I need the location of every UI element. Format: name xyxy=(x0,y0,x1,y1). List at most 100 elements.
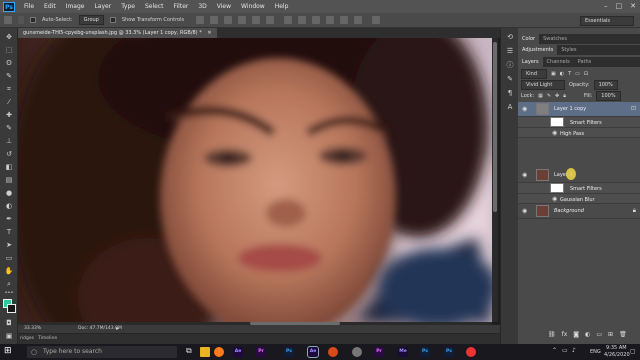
add-mask-icon[interactable]: ◙ xyxy=(573,331,579,338)
filter-visibility-eye-icon[interactable]: ◉ xyxy=(552,129,557,136)
tab-swatches[interactable]: Swatches xyxy=(539,34,571,44)
image-canvas[interactable] xyxy=(18,38,492,322)
menu-3d[interactable]: 3D xyxy=(193,3,211,10)
lock-position-icon[interactable]: ✥ xyxy=(555,93,559,99)
taskbar-search-box[interactable]: ○ Type here to search xyxy=(27,346,177,358)
lock-pixels-icon[interactable]: ▦ xyxy=(538,93,543,99)
canvas-vertical-scroll-thumb[interactable] xyxy=(493,42,497,212)
taskbar-app-icon[interactable]: Ps xyxy=(444,347,454,357)
link-layers-icon[interactable]: ⛓ xyxy=(548,331,556,338)
filter-adjustment-icon[interactable]: ◐ xyxy=(560,71,564,77)
move-tool-icon[interactable]: ✥ xyxy=(4,32,14,42)
lasso-tool-icon[interactable]: ʘ xyxy=(4,58,14,68)
smart-filter-mask-thumbnail[interactable] xyxy=(550,183,564,193)
layer-style-icon[interactable]: fx xyxy=(562,331,568,338)
filter-row-high-pass[interactable]: ◉ High Pass xyxy=(518,128,640,138)
auto-select-checkbox[interactable] xyxy=(30,17,36,23)
app-icon[interactable] xyxy=(352,347,362,357)
auto-align-icon[interactable] xyxy=(372,16,381,24)
filter-pixel-icon[interactable]: ▣ xyxy=(551,71,556,77)
tab-close-icon[interactable]: ✕ xyxy=(207,30,211,36)
align-middle-icon[interactable] xyxy=(210,16,219,24)
blend-mode-dropdown[interactable]: Vivid Light xyxy=(521,80,565,90)
screen-mode-icon[interactable]: ▣ xyxy=(4,331,14,341)
background-color-swatch[interactable] xyxy=(7,304,16,313)
move-tool-icon[interactable] xyxy=(4,16,12,24)
new-layer-icon[interactable]: ⊞ xyxy=(608,331,613,338)
tab-channels[interactable]: Channels xyxy=(543,57,574,67)
network-icon[interactable]: ▭ xyxy=(562,347,568,354)
lock-paint-icon[interactable]: ✎ xyxy=(547,93,551,99)
menu-image[interactable]: Image xyxy=(61,3,90,10)
status-arrow-icon[interactable]: ▸ xyxy=(116,325,119,332)
auto-select-dropdown[interactable]: Group xyxy=(78,15,104,25)
history-brush-tool-icon[interactable]: ↺ xyxy=(4,149,14,159)
taskbar-app-icon[interactable]: Ps xyxy=(284,347,294,357)
adjustment-layer-icon[interactable]: ◐ xyxy=(585,331,590,338)
menu-file[interactable]: File xyxy=(19,3,39,10)
brush-tool-icon[interactable]: ✎ xyxy=(4,123,14,133)
menu-view[interactable]: View xyxy=(212,3,236,10)
layer-row-layer-1-copy[interactable]: ◉ Layer 1 copy ⊡ xyxy=(518,102,640,117)
rectangle-tool-icon[interactable]: ▭ xyxy=(4,253,14,263)
menu-layer[interactable]: Layer xyxy=(89,3,116,10)
blender-icon[interactable] xyxy=(328,347,338,357)
filter-smart-object-icon[interactable]: ⊡ xyxy=(584,71,588,77)
align-center-icon[interactable] xyxy=(252,16,261,24)
layer-row-background[interactable]: ◉ Background 🔒︎ xyxy=(518,204,640,219)
blur-tool-icon[interactable]: ● xyxy=(4,188,14,198)
gradient-tool-icon[interactable]: ▤ xyxy=(4,175,14,185)
distribute-icon[interactable] xyxy=(284,16,293,24)
opera-icon[interactable] xyxy=(466,347,476,357)
more-tools-icon[interactable]: ••• xyxy=(4,288,14,298)
visibility-eye-icon[interactable]: ◉ xyxy=(522,106,527,113)
eraser-tool-icon[interactable]: ◧ xyxy=(4,162,14,172)
align-top-icon[interactable] xyxy=(196,16,205,24)
brush-panel-icon[interactable]: ✎ xyxy=(505,74,515,84)
crop-tool-icon[interactable]: ⌗ xyxy=(4,84,14,94)
layer-row-layer-1[interactable]: ◉ Layer 1 xyxy=(518,168,640,183)
file-explorer-icon[interactable] xyxy=(200,347,210,357)
menu-type[interactable]: Type xyxy=(116,3,140,10)
language-indicator[interactable]: ENG xyxy=(590,349,601,355)
start-windows-icon[interactable]: ⊞ xyxy=(4,346,12,356)
timeline-tab[interactable]: Timeline xyxy=(38,336,57,341)
taskbar-app-icon[interactable]: Ae xyxy=(307,346,319,358)
paragraph-panel-icon[interactable]: ¶ xyxy=(505,88,515,98)
visibility-eye-icon[interactable]: ◉ xyxy=(522,172,527,179)
task-view-icon[interactable]: ⧉ xyxy=(186,346,192,356)
document-tab[interactable]: gunsmeide-THl5-cpyebg-unsplash.jpg @ 33.… xyxy=(18,28,217,38)
visibility-eye-icon[interactable]: ◉ xyxy=(522,208,527,215)
history-panel-icon[interactable]: ⟲ xyxy=(505,32,515,42)
path-selection-tool-icon[interactable]: ➤ xyxy=(4,240,14,250)
menu-filter[interactable]: Filter xyxy=(169,3,194,10)
new-group-icon[interactable]: ▭ xyxy=(596,331,602,338)
filter-type-icon[interactable]: T xyxy=(568,71,571,77)
quick-select-tool-icon[interactable]: ✎ xyxy=(4,71,14,81)
filter-row-gaussian-blur[interactable]: ◉ Gaussian Blur xyxy=(518,194,640,204)
align-bottom-icon[interactable] xyxy=(224,16,233,24)
distribute-center-icon[interactable] xyxy=(340,16,349,24)
clone-stamp-tool-icon[interactable]: ⊥ xyxy=(4,136,14,146)
menu-select[interactable]: Select xyxy=(140,3,169,10)
minimize-button[interactable]: – xyxy=(604,2,608,10)
opacity-field[interactable]: 100% xyxy=(593,80,618,90)
layer-name[interactable]: Background xyxy=(554,208,584,214)
tray-chevron-icon[interactable]: ⌃ xyxy=(552,347,557,354)
delete-layer-icon[interactable]: 🗑︎ xyxy=(619,331,627,338)
taskbar-app-icon[interactable]: Pr xyxy=(374,347,384,357)
notifications-icon[interactable]: ▢ xyxy=(630,348,636,355)
smart-filters-row[interactable]: Smart Filters xyxy=(518,117,640,128)
taskbar-app-icon[interactable]: Ae xyxy=(233,347,243,357)
quick-mask-icon[interactable]: ◘ xyxy=(4,318,14,328)
tab-layers[interactable]: Layers xyxy=(518,57,543,67)
hand-tool-icon[interactable]: ✋ xyxy=(4,266,14,276)
align-left-icon[interactable] xyxy=(238,16,247,24)
tool-preset-icon[interactable] xyxy=(18,16,24,24)
tab-styles[interactable]: Styles xyxy=(557,45,580,55)
distribute-right-icon[interactable] xyxy=(354,16,363,24)
menu-window[interactable]: Window xyxy=(236,3,270,10)
type-tool-icon[interactable]: T xyxy=(4,227,14,237)
filter-shape-icon[interactable]: ▭ xyxy=(575,71,580,77)
filter-visibility-eye-icon[interactable]: ◉ xyxy=(552,195,557,202)
